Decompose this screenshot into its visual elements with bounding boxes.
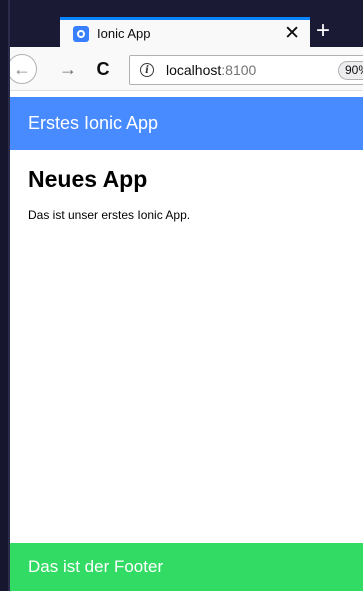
address-bar[interactable]: i localhost:8100 90% — [129, 55, 363, 85]
url-host: localhost — [166, 62, 222, 78]
back-arrow-icon: ← — [13, 58, 31, 79]
content-text: Das ist unser erstes Ionic App. — [28, 208, 191, 223]
browser-toolbar: ← → C i localhost:8100 90% — [7, 47, 363, 91]
footer-title: Das ist der Footer — [28, 557, 164, 576]
reload-button[interactable]: C — [92, 58, 114, 80]
back-button[interactable]: ← — [7, 54, 37, 84]
header-title: Erstes Ionic App — [28, 113, 159, 133]
close-tab-icon[interactable]: ✕ — [284, 24, 300, 43]
zoom-level-badge[interactable]: 90% — [338, 61, 363, 80]
ionic-icon — [73, 25, 89, 42]
tab-strip: Ionic App ✕ + — [9, 0, 363, 47]
tab-title: Ionic App — [97, 26, 151, 41]
browser-tab[interactable]: Ionic App ✕ — [60, 17, 310, 47]
app-footer: Das ist der Footer — [9, 543, 363, 591]
url-port: :8100 — [221, 62, 257, 78]
page-heading: Neues App — [28, 166, 148, 192]
app-content: Neues App Das ist unser erstes Ionic App… — [9, 150, 363, 543]
forward-button[interactable]: → — [57, 58, 79, 80]
info-icon[interactable]: i — [140, 63, 154, 77]
app-header: Erstes Ionic App — [9, 97, 363, 150]
new-tab-button[interactable]: + — [308, 17, 338, 47]
window-edge-line — [8, 0, 10, 591]
